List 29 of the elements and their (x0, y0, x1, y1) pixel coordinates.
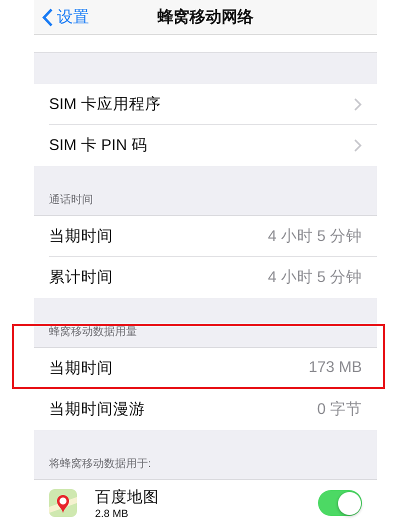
app-name: 百度地图 (95, 488, 160, 508)
row-value: 173 MB (308, 359, 362, 377)
row-label: 当期时间 (49, 358, 114, 378)
app-data-usage: 2.8 MB (95, 508, 130, 520)
row-label: 累计时间 (49, 268, 114, 288)
nav-title: 蜂窝移动网络 (158, 8, 254, 26)
back-button[interactable]: 设置 (34, 6, 89, 28)
section-header: 蜂窝移动数据用量 (49, 325, 137, 339)
row-label: 当期时间漫游 (49, 400, 146, 420)
settings-row[interactable]: SIM 卡 PIN 码 (34, 125, 377, 166)
chevron-icon (354, 98, 362, 110)
row-label: SIM 卡 PIN 码 (49, 136, 148, 156)
settings-row[interactable]: SIM 卡应用程序 (49, 84, 377, 125)
map-app-icon (49, 489, 77, 517)
settings-row[interactable]: 当期时间 173 MB (49, 348, 377, 389)
row-label: 当期时间 (49, 226, 114, 246)
settings-row[interactable]: 当期时间漫游 0 字节 (34, 389, 377, 430)
toggle-switch[interactable] (318, 490, 362, 516)
chevron-icon (354, 139, 362, 152)
row-value: 4 小时 5 分钟 (268, 268, 362, 288)
section-header: 将蜂窝移动数据用于: (49, 456, 152, 471)
settings-row[interactable]: 百度地图 2.8 MB (34, 480, 377, 526)
settings-row[interactable]: 当期时间 4 小时 5 分钟 (49, 216, 377, 257)
row-label: SIM 卡应用程序 (49, 94, 162, 114)
settings-row[interactable]: 累计时间 4 小时 5 分钟 (34, 257, 377, 298)
row-value: 4 小时 5 分钟 (268, 226, 362, 246)
back-icon (42, 8, 53, 26)
row-value: 0 字节 (317, 400, 362, 420)
section-header: 通话时间 (49, 192, 93, 207)
